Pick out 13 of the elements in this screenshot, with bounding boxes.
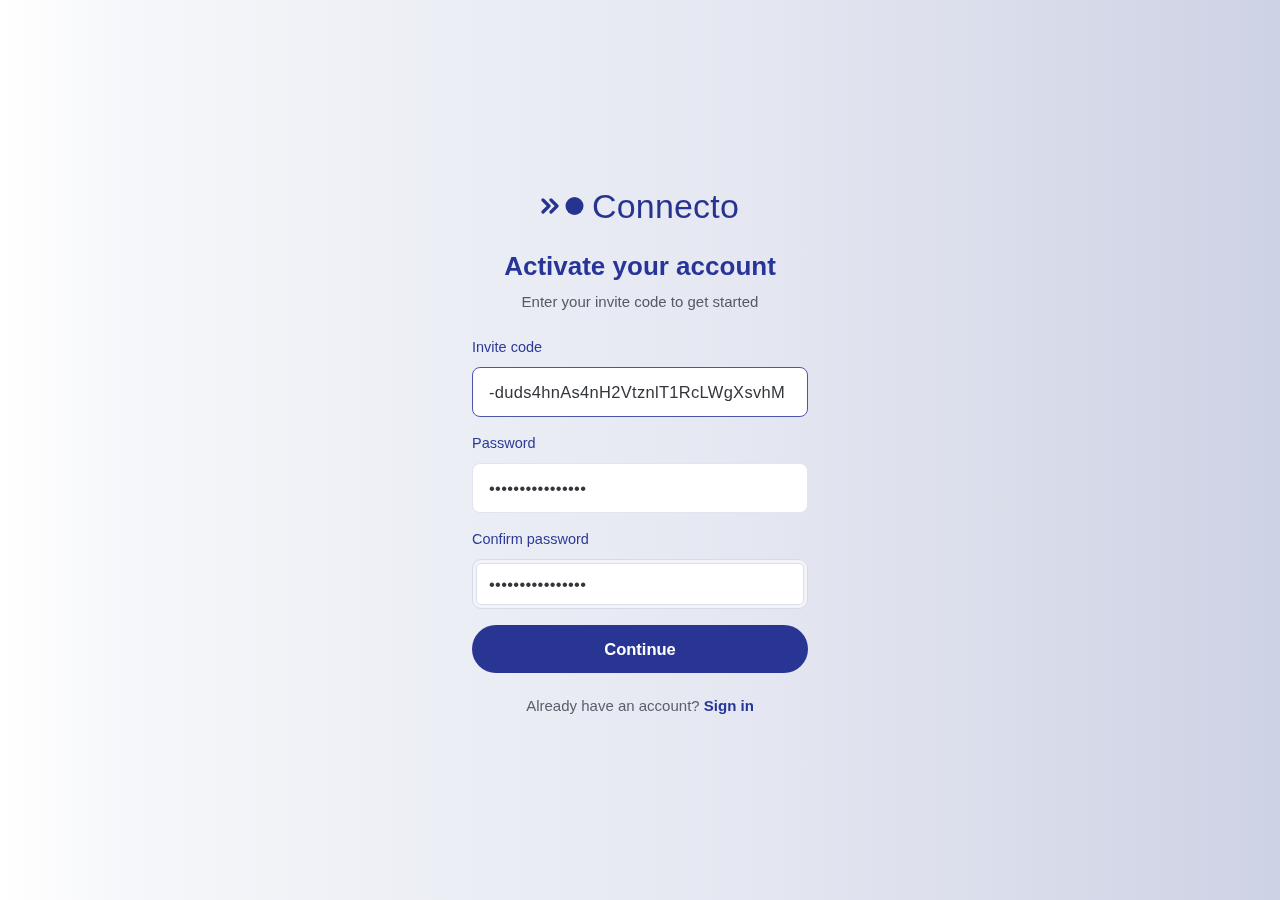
input-field[interactable]: -duds4hnAs4nH2VtznlT1RcLWgXsvhM [472,367,808,417]
input-field[interactable]: •••••••••••••••• [472,559,808,609]
continue-button[interactable]: Continue [472,625,808,673]
logo-icon [540,196,584,216]
subtitle-text: Enter your invite code to get started [521,292,759,312]
field-label: Password [472,434,536,453]
sign-in-prompt: Already have an account? Sign in [526,696,754,716]
sign-in-link[interactable]: Sign in [703,697,754,714]
field-label: Confirm password [472,530,589,549]
field-label: Invite code [472,338,543,357]
logo-text: Connecto [591,188,740,224]
input-field[interactable]: •••••••••••••••• [472,463,808,513]
page-title: Activate your account [504,251,776,281]
